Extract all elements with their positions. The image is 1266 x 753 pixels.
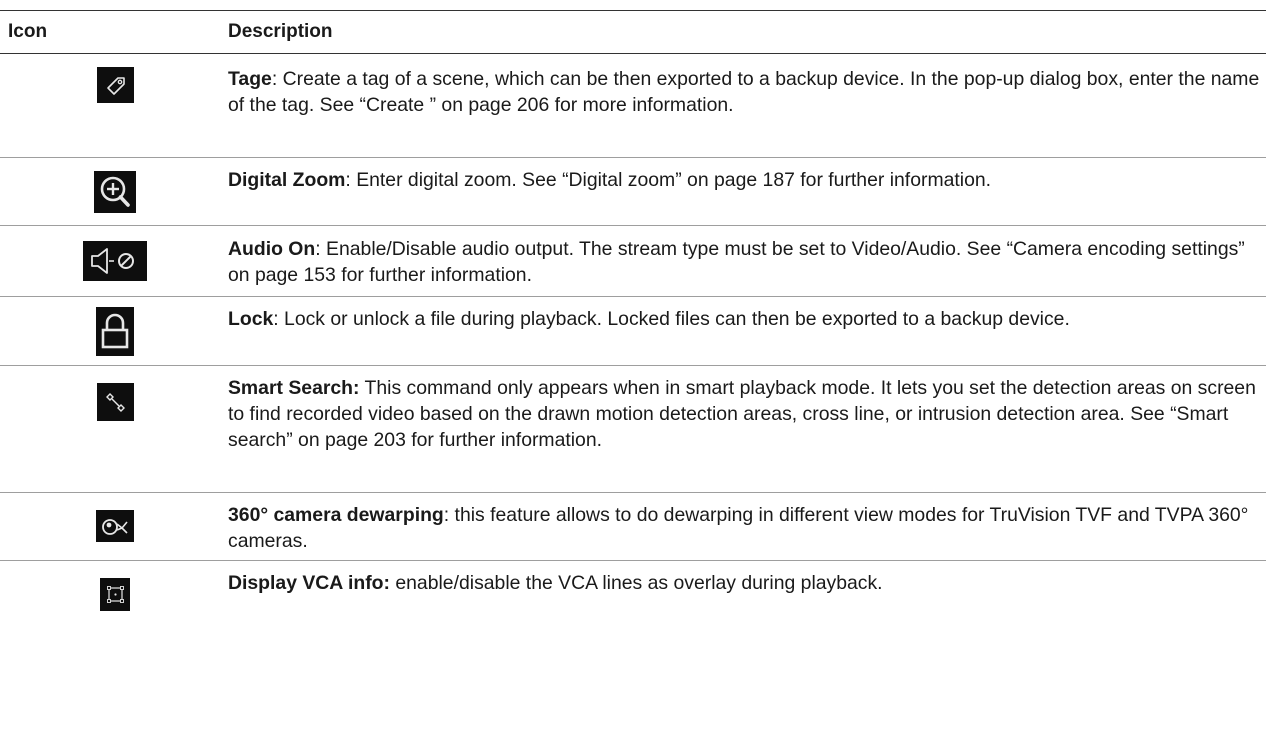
description-cell: Display VCA info: enable/disable the VCA…	[218, 561, 1266, 661]
table-row: Smart Search: This command only appears …	[0, 365, 1266, 493]
description-cell: Audio On: Enable/Disable audio output. T…	[218, 225, 1266, 297]
description-cell: Lock: Lock or unlock a file during playb…	[218, 296, 1266, 366]
row-title: Tage	[228, 68, 272, 90]
table-row: Tage: Create a tag of a scene, which can…	[0, 53, 1266, 158]
dewarping-icon	[96, 510, 134, 542]
description-cell: 360° camera dewarping: this feature allo…	[218, 492, 1266, 561]
table-row: 360° camera dewarping: this feature allo…	[0, 492, 1266, 561]
row-text: Create a tag of a scene, which can be th…	[228, 68, 1260, 116]
header-row: Icon Description	[0, 10, 1266, 54]
header-icon: Icon	[0, 10, 218, 54]
description-cell: Smart Search: This command only appears …	[218, 365, 1266, 493]
description-cell: Digital Zoom: Enter digital zoom. See “D…	[218, 157, 1266, 226]
header-description: Description	[218, 10, 1266, 54]
lock-icon	[96, 307, 134, 356]
smart-search-icon	[96, 383, 134, 421]
description-cell: Tage: Create a tag of a scene, which can…	[218, 53, 1266, 158]
row-text: Enter digital zoom. See “Digital zoom” o…	[350, 169, 992, 191]
row-title: Lock	[228, 308, 274, 330]
icon-description-table: Icon Description Tage: Create a tag of a…	[0, 10, 1266, 661]
vca-info-icon	[100, 578, 130, 611]
row-title: Smart Search:	[228, 377, 360, 399]
table-row: Display VCA info: enable/disable the VCA…	[0, 561, 1266, 661]
audio-mute-icon	[83, 241, 147, 281]
digital-zoom-icon	[94, 171, 136, 213]
table-row: Digital Zoom: Enter digital zoom. See “D…	[0, 157, 1266, 226]
tag-icon	[96, 67, 134, 103]
row-text: enable/disable the VCA lines as overlay …	[389, 572, 883, 594]
row-text: Enable/Disable audio output. The stream …	[228, 238, 1245, 286]
row-title: Display VCA info:	[228, 572, 390, 594]
row-text: Lock or unlock a file during playback. L…	[278, 308, 1070, 330]
table-row: Audio On: Enable/Disable audio output. T…	[0, 225, 1266, 297]
row-title: Digital Zoom	[228, 169, 346, 191]
row-title: Audio On	[228, 238, 316, 260]
table-row: Lock: Lock or unlock a file during playb…	[0, 296, 1266, 366]
row-title: 360° camera dewarping	[228, 504, 444, 526]
row-text: This command only appears when in smart …	[228, 377, 1256, 451]
